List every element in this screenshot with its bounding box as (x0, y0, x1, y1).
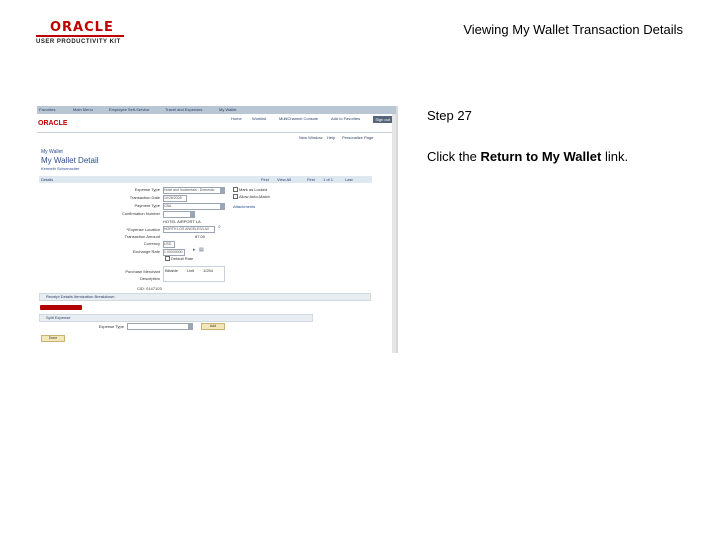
details-header-bar: Details Find View All First 1 of 1 Last (39, 176, 372, 183)
brand-bar: ORACLE Home Worklist MultiChannel Consol… (37, 114, 396, 133)
details-find[interactable]: Find (261, 177, 269, 182)
employee-name: Kenneth Schumacher (41, 166, 80, 171)
page-title: Viewing My Wallet Transaction Details (463, 22, 683, 37)
receipt-details-section[interactable]: Receipt Details Itemization Breakdown (39, 293, 371, 301)
split-expense-title: Split Expense (46, 315, 71, 320)
label-confirmation-number: Confirmation Number (121, 211, 160, 216)
step-label: Step 27 (427, 108, 472, 123)
hotel-name: HOTEL AIRPORT LA (163, 219, 201, 224)
vertical-scrollbar[interactable] (392, 114, 396, 353)
label-split-expense-type: Expense Type (98, 324, 124, 329)
logo-underline (36, 35, 124, 37)
instruction-text: Click the Return to My Wallet link. (427, 149, 628, 164)
description-counter: 1/254 (203, 268, 214, 273)
done-button[interactable]: Done (41, 335, 65, 342)
search-icon[interactable]: ⌕ (218, 225, 223, 230)
oracle-upk-logo: ORACLE USER PRODUCTIVITY KIT (36, 20, 126, 50)
auto-match-label: Allow Auto-Match (239, 194, 270, 199)
link-home[interactable]: Home (231, 116, 242, 121)
label-currency: Currency (143, 241, 160, 246)
link-help[interactable]: Help (327, 135, 335, 140)
payment-type-select[interactable]: CBA (163, 203, 225, 210)
nav-favorites[interactable]: Favorites (39, 107, 55, 112)
transaction-date-field[interactable]: 10/28/2008 (163, 195, 187, 202)
label-transaction-date: Transaction Date (129, 195, 160, 200)
mark-locked-checkbox[interactable] (233, 187, 238, 192)
instruction-suffix: link. (601, 149, 629, 164)
card-id: CID: 0147103 (137, 286, 162, 291)
instruction-link-text: Return to My Wallet (480, 149, 602, 164)
attachments-link[interactable]: Attachments (233, 204, 255, 209)
link-worklist[interactable]: Worklist (252, 116, 266, 121)
nav-employee-self-service[interactable]: Employee Self-Service (109, 107, 149, 112)
nav-travel-expenses[interactable]: Travel and Expenses (165, 107, 202, 112)
expense-location-field[interactable]: NORTH LOS ANGELES/LAX (163, 226, 215, 233)
menu-bar: Favorites Main Menu Employee Self-Servic… (37, 106, 396, 114)
details-view-all[interactable]: View All (277, 177, 291, 182)
breadcrumb[interactable]: My Wallet (41, 149, 63, 155)
calculator-icon[interactable]: ▸ (193, 248, 198, 253)
link-multichannel[interactable]: MultiChannel Console (279, 116, 318, 121)
label-payment-type: Payment Type (134, 203, 161, 208)
nav-main-menu[interactable]: Main Menu (73, 107, 93, 112)
app-brand: ORACLE (38, 120, 68, 127)
details-first[interactable]: First (307, 177, 315, 182)
unit-label: Unit (187, 268, 195, 273)
link-add-favorites[interactable]: Add to Favorites (331, 116, 360, 121)
transaction-amount-value: 87.00 (195, 234, 206, 239)
billable-label: Billable (165, 268, 178, 273)
details-last[interactable]: Last (345, 177, 353, 182)
add-button[interactable]: Add (201, 323, 225, 330)
return-to-my-wallet-button[interactable] (40, 305, 82, 310)
logo-product: USER PRODUCTIVITY KIT (36, 39, 121, 45)
link-personalize-page[interactable]: Personalize Page (342, 135, 373, 140)
details-label: Details (41, 177, 54, 182)
application-screenshot: Favorites Main Menu Employee Self-Servic… (37, 106, 398, 353)
default-rate-label: Default Rate (171, 256, 194, 261)
label-purchase-merchant: Purchase Merchant (125, 269, 160, 274)
label-expense-location: *Expense Location (126, 227, 160, 232)
label-exchange-rate: Exchange Rate (132, 249, 160, 254)
link-new-window[interactable]: New Window (299, 135, 322, 140)
currency-field[interactable]: USD (163, 241, 175, 248)
nav-my-wallet[interactable]: My Wallet (219, 107, 236, 112)
label-description: Description (139, 276, 160, 281)
confirmation-number-field[interactable] (163, 211, 195, 218)
auto-match-checkbox[interactable] (233, 194, 238, 199)
detail-page-title: My Wallet Detail (41, 156, 99, 165)
receipt-details-title: Receipt Details Itemization Breakdown (46, 294, 115, 299)
instruction-prefix: Click the (427, 149, 481, 164)
refresh-icon[interactable]: ▤ (199, 248, 204, 253)
split-expense-section[interactable]: Split Expense (39, 314, 313, 322)
label-expense-type: Expense Type (134, 187, 160, 192)
details-count: 1 of 1 (323, 177, 334, 182)
expense-type-select[interactable]: Hotel and Incidentals - Domestic (163, 187, 225, 194)
split-expense-type-select[interactable] (127, 323, 193, 330)
label-transaction-amount: Transaction Amount (124, 234, 160, 239)
exchange-rate-field[interactable]: 1.00000000 (163, 249, 185, 256)
logo-brand: ORACLE (50, 20, 114, 35)
mark-locked-label: Mark as Locked (239, 187, 268, 192)
sign-out-link[interactable]: Sign out (373, 116, 392, 123)
default-rate-checkbox[interactable] (165, 256, 170, 261)
